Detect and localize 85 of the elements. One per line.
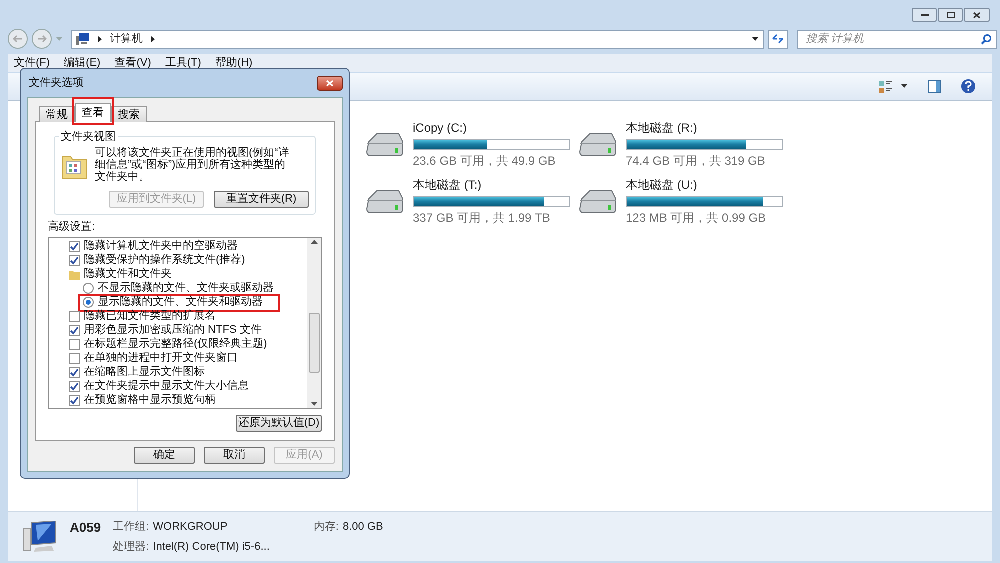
setting-label: 隐藏文件和文件夹 [84, 269, 172, 280]
menu-item[interactable]: 文件(F) [14, 54, 50, 72]
close-icon [326, 80, 334, 86]
refresh-icon [772, 34, 784, 44]
detail-label: 处理器: [113, 540, 150, 554]
setting-label: 不显示隐藏的文件、文件夹或驱动器 [98, 283, 274, 294]
computer-icon [76, 33, 90, 45]
breadcrumb-arrow-icon[interactable] [151, 36, 155, 42]
scroll-down-icon[interactable] [310, 402, 318, 406]
forward-arrow-icon [37, 35, 47, 43]
preview-pane-icon[interactable] [928, 80, 941, 93]
checkbox[interactable] [69, 325, 80, 336]
radio-button[interactable] [83, 283, 94, 294]
drive-name[interactable]: 本地磁盘 (R:) [626, 119, 783, 137]
drive-name[interactable]: iCopy (C:) [413, 119, 570, 137]
setting-label: 在单独的进程中打开文件夹窗口 [84, 353, 238, 364]
checkbox[interactable] [69, 255, 80, 266]
setting-label: 用彩色显示加密或压缩的 NTFS 文件 [84, 325, 262, 336]
drive-space-text: 23.6 GB 可用，共 49.9 GB [413, 153, 557, 170]
hard-drive-icon [365, 188, 405, 214]
checkbox[interactable] [69, 339, 80, 350]
back-arrow-icon [13, 35, 23, 43]
close-icon [973, 12, 981, 18]
highlight-box [72, 97, 114, 125]
detail-value: WORKGROUP [153, 520, 229, 535]
refresh-button[interactable] [768, 30, 788, 48]
scroll-up-icon[interactable] [310, 240, 318, 244]
setting-label: 隐藏受保护的操作系统文件(推荐) [84, 255, 246, 266]
setting-label: 隐藏计算机文件夹中的空驱动器 [84, 241, 238, 252]
detail-value: Intel(R) Core(TM) i5-6... [153, 540, 270, 554]
breadcrumb[interactable]: 计算机 [110, 30, 143, 48]
drive-space-text: 123 MB 可用，共 0.99 GB [626, 210, 768, 227]
checkbox[interactable] [69, 241, 80, 252]
maximize-button[interactable] [938, 8, 963, 22]
advanced-settings-list[interactable]: 隐藏计算机文件夹中的空驱动器 隐藏受保护的操作系统文件(推荐) 隐藏文件和文件夹 不显示隐藏的文件、文件夹或驱动器 显示隐藏的文件、文件夹和驱动器 隐藏已知文件类型的扩展名 用彩色显示加密或压缩的 NTFS 文件 在标题栏显示完整路径(仅限经典主题) 在单独的进程中打开文件夹窗口 在缩略图上显示文件图标 在文件夹提示中显示文件大小信息 在预览窗格中显示预览句柄 [48, 236, 322, 408]
dropdown-caret-icon[interactable] [752, 36, 759, 42]
tab[interactable]: 常规 [39, 106, 75, 122]
close-button[interactable] [964, 8, 990, 22]
dialog-button[interactable]: 还原为默认值(D) [236, 414, 322, 432]
computer-icon [22, 520, 58, 552]
menu-item[interactable]: 帮助(H) [215, 54, 253, 72]
scrollbar[interactable] [307, 238, 321, 408]
checkbox[interactable] [69, 381, 80, 392]
tab[interactable]: 查看 [75, 103, 111, 122]
detail-label: 工作组: [113, 520, 150, 535]
setting-label: 显示隐藏的文件、文件夹和驱动器 [98, 297, 263, 308]
address-bar[interactable]: 计算机 [71, 30, 764, 48]
setting-label: 在预览窗格中显示预览句柄 [84, 395, 216, 406]
hard-drive-icon [578, 188, 618, 214]
drive-name[interactable]: 本地磁盘 (T:) [413, 176, 570, 194]
setting-label: 在标题栏显示完整路径(仅限经典主题) [84, 339, 268, 350]
view-options-icon[interactable] [879, 80, 893, 94]
checkbox[interactable] [69, 367, 80, 378]
radio-button[interactable] [83, 297, 94, 308]
folder-icon [69, 270, 80, 280]
dialog-button[interactable]: 取消 [204, 446, 265, 464]
checkbox[interactable] [69, 353, 80, 364]
caret-icon[interactable] [901, 84, 908, 89]
drive-space-text: 337 GB 可用，共 1.99 TB [413, 210, 552, 227]
search-field[interactable]: 搜索 计算机 [797, 30, 997, 48]
breadcrumb-arrow-icon[interactable] [98, 36, 102, 42]
detail-value: 8.00 GB [342, 520, 384, 535]
checkbox[interactable] [69, 311, 80, 322]
checkbox[interactable] [69, 395, 80, 406]
detail-label: 内存: [314, 520, 339, 535]
section-title: 高级设置: [48, 220, 96, 235]
drive-name[interactable]: 本地磁盘 (U:) [626, 176, 783, 194]
dialog-button[interactable]: 重置文件夹(R) [214, 191, 309, 208]
folder-views-description: 可以将该文件夹正在使用的视图(例如“详细信息”或“图标”)应用到所有这种类型的文件夹中。 [95, 147, 290, 183]
tab[interactable]: 搜索 [111, 106, 147, 122]
minimize-button[interactable] [912, 8, 937, 22]
dialog-button[interactable]: 确定 [134, 446, 195, 464]
menu-item[interactable]: 查看(V) [114, 54, 152, 72]
setting-label: 在文件夹提示中显示文件大小信息 [84, 381, 249, 392]
help-icon[interactable] [961, 79, 976, 94]
dialog-title: 文件夹选项 [29, 76, 84, 91]
setting-label: 在缩略图上显示文件图标 [84, 367, 205, 378]
drive-space-text: 74.4 GB 可用，共 319 GB [626, 153, 766, 170]
hard-drive-icon [578, 132, 618, 158]
setting-label: 隐藏已知文件类型的扩展名 [84, 311, 216, 322]
computer-name: A059 [70, 519, 102, 537]
menu-item[interactable]: 编辑(E) [64, 54, 101, 72]
menu-item[interactable]: 工具(T) [165, 54, 202, 72]
close-button[interactable] [317, 76, 343, 90]
hard-drive-icon [365, 132, 405, 158]
